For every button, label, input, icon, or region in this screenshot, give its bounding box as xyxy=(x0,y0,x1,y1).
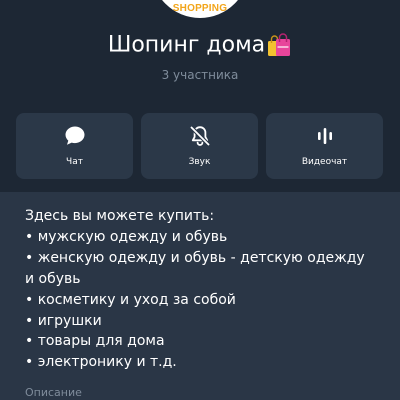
chat-bubble-icon xyxy=(65,126,84,145)
chat-button[interactable]: Чат xyxy=(16,113,133,179)
description-caption: Описание xyxy=(25,386,82,399)
group-title: Шопинг дома xyxy=(107,32,266,58)
audio-wave-icon xyxy=(317,128,332,144)
description-line: • женскую одежду и обувь - детскую одежд… xyxy=(25,249,365,266)
video-chat-button-label: Видеочат xyxy=(301,157,348,167)
bell-muted-icon xyxy=(189,126,210,146)
description-line: • электронику и т.д. xyxy=(25,354,177,371)
chat-button-label: Чат xyxy=(66,157,83,167)
description-line: • игрушки xyxy=(25,312,102,329)
description-line: • мужскую одежду и обувь xyxy=(25,228,228,245)
description-line: • товары для дома xyxy=(25,333,165,350)
sound-button-label: Звук xyxy=(188,157,211,167)
description-line: • косметику и уход за собой xyxy=(25,291,236,308)
description-line: Здесь вы можете купить: xyxy=(25,208,215,224)
sound-button[interactable]: Звук xyxy=(141,113,258,179)
group-header: SHOPPING Шопинг дома 3 участника Чат Зву… xyxy=(0,0,400,192)
video-chat-button[interactable]: Видеочат xyxy=(266,113,383,179)
group-title-row: Шопинг дома xyxy=(0,32,400,58)
members-count: 3 участника xyxy=(161,68,239,82)
shopping-bags-icon xyxy=(268,33,291,56)
group-description: Здесь вы можете купить: • мужскую одежду… xyxy=(25,206,395,373)
description-line: и обувь xyxy=(25,270,81,287)
avatar-label: SHOPPING xyxy=(172,3,228,14)
group-avatar[interactable]: SHOPPING xyxy=(151,0,249,18)
